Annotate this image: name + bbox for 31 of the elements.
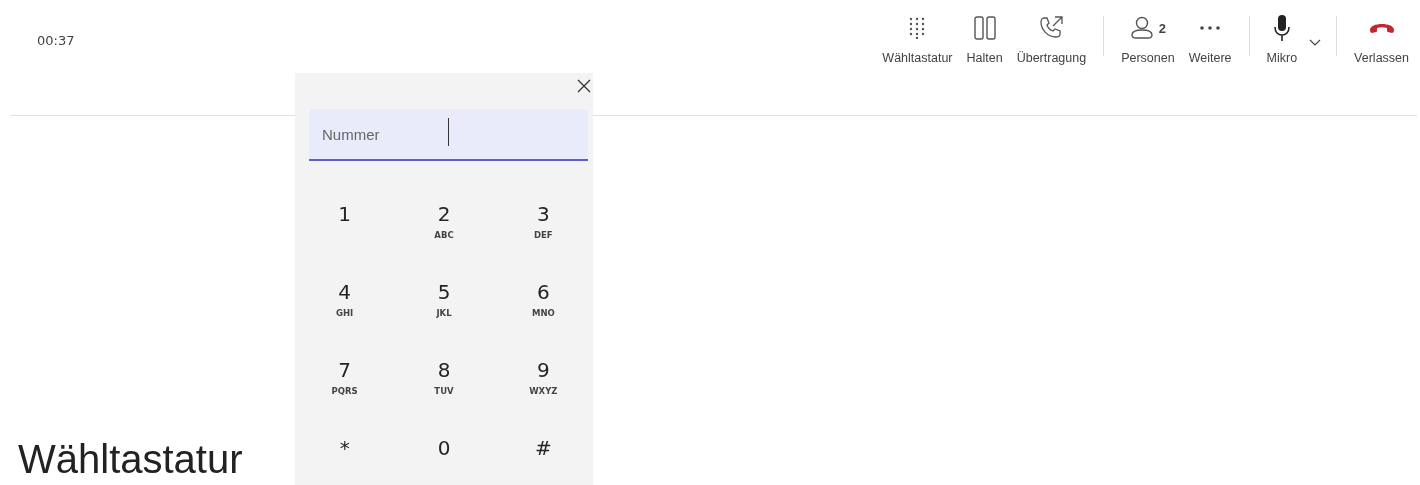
dial-key[interactable]: 3 DEF <box>493 201 593 279</box>
dial-key[interactable]: 8 TUV <box>394 357 494 435</box>
pause-icon <box>973 16 996 40</box>
dial-key[interactable]: 0 <box>394 435 494 485</box>
dial-key[interactable]: 5 JKL <box>394 279 494 357</box>
call-timer: 00:37 <box>37 33 75 48</box>
dialpad-button[interactable]: Wähltastatur <box>875 10 960 65</box>
dial-key[interactable]: 4 GHI <box>295 279 395 357</box>
hold-button[interactable]: Halten <box>959 10 1010 65</box>
text-cursor <box>448 118 449 146</box>
transfer-button[interactable]: Übertragung <box>1009 10 1094 65</box>
mic-button[interactable]: Mikro <box>1259 10 1305 65</box>
more-icon <box>1200 26 1221 30</box>
page-heading: Wähltastatur <box>18 436 243 482</box>
people-button[interactable]: 2 Personen <box>1114 10 1182 65</box>
more-button[interactable]: Weitere <box>1181 10 1239 65</box>
dial-key[interactable]: 1 <box>295 201 395 279</box>
dial-key[interactable]: * <box>295 435 395 485</box>
number-field[interactable]: Nummer <box>309 109 588 161</box>
participant-count: 2 <box>1158 20 1167 36</box>
phone-transfer-icon <box>1038 15 1065 41</box>
microphone-icon <box>1272 14 1291 42</box>
dialpad-icon <box>909 17 926 39</box>
dial-key[interactable]: # <box>493 435 593 485</box>
dial-key[interactable]: 6 MNO <box>493 279 593 357</box>
hang-up-icon <box>1368 22 1395 34</box>
dial-key[interactable]: 7 PQRS <box>295 357 395 435</box>
dial-key[interactable]: 9 WXYZ <box>493 357 593 435</box>
person-icon <box>1129 16 1154 40</box>
leave-button[interactable]: Verlassen <box>1347 10 1416 65</box>
dial-key[interactable]: 2 ABC <box>394 201 494 279</box>
